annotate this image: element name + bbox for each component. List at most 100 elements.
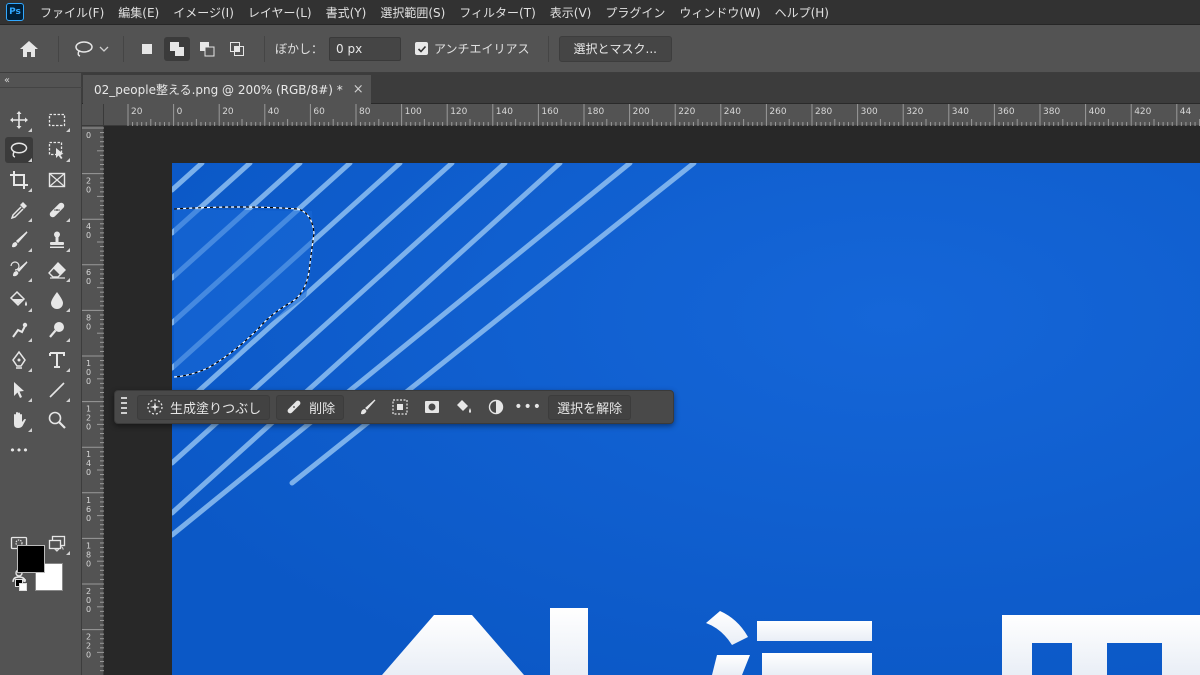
ruler-label: 0 xyxy=(86,231,91,240)
blur-tool[interactable] xyxy=(43,287,71,313)
add-selection-icon xyxy=(170,41,184,56)
ruler-label: 2 xyxy=(86,642,91,651)
antialias-label: アンチエイリアス xyxy=(434,42,530,56)
object-selection-icon xyxy=(48,141,64,159)
hand-tool[interactable] xyxy=(5,407,33,433)
add-to-selection-button[interactable] xyxy=(164,36,190,61)
ruler-label: 0 xyxy=(86,468,91,477)
zoom-tool[interactable] xyxy=(43,407,71,433)
path-selection-tool[interactable] xyxy=(5,377,33,403)
paint-bucket-icon xyxy=(457,400,472,413)
pen-tool[interactable] xyxy=(5,347,33,373)
invert-selection-button[interactable] xyxy=(386,395,414,420)
generative-fill-icon xyxy=(147,399,163,415)
menu-bar: Ps ファイル(F) 編集(E) イメージ(I) レイヤー(L) 書式(Y) 選… xyxy=(0,0,1200,25)
panel-grip[interactable] xyxy=(0,87,82,91)
move-tool[interactable] xyxy=(5,107,33,133)
vertical-ruler[interactable]: 020406080100120140160180200220 xyxy=(82,104,104,675)
feather-input[interactable]: 0 px xyxy=(329,36,402,61)
ruler-label: 44 xyxy=(1180,107,1192,117)
create-mask-button[interactable] xyxy=(418,395,446,420)
menu-view[interactable]: 表示(V) xyxy=(544,4,600,21)
adjustment-layer-button[interactable] xyxy=(482,395,510,420)
separator xyxy=(264,35,265,62)
document-tab[interactable]: 02_people整える.png @ 200% (RGB/8#) * × xyxy=(83,75,371,104)
ruler-label: 280 xyxy=(815,107,832,117)
antialias-checkbox[interactable] xyxy=(415,42,429,55)
ruler-label: 120 xyxy=(450,107,467,117)
crop-tool[interactable] xyxy=(5,167,33,193)
history-brush-tool[interactable] xyxy=(5,257,33,283)
type-icon xyxy=(49,352,65,368)
line-tool[interactable] xyxy=(43,377,71,403)
ruler-label: 100 xyxy=(405,107,422,117)
menu-image[interactable]: イメージ(I) xyxy=(167,4,242,21)
half-circle-adjust-icon xyxy=(488,399,504,415)
ruler-label: 0 xyxy=(86,277,91,286)
ruler-label: 80 xyxy=(359,107,371,117)
task-bar-drag-handle[interactable] xyxy=(117,395,131,419)
ruler-label: 220 xyxy=(678,107,695,117)
ruler-label: 360 xyxy=(997,107,1014,117)
frame-tool[interactable] xyxy=(43,167,71,193)
dodge-tool[interactable] xyxy=(43,317,71,343)
new-selection-button[interactable] xyxy=(134,37,160,61)
stamp-icon xyxy=(50,231,64,248)
ruler-origin[interactable] xyxy=(82,104,104,126)
brush-tool[interactable] xyxy=(5,227,33,253)
smudge-tool[interactable] xyxy=(5,317,33,343)
more-icon: ••• xyxy=(9,443,29,457)
clone-stamp-tool[interactable] xyxy=(43,227,71,253)
modify-selection-button[interactable] xyxy=(354,395,382,420)
delete-label: 削除 xyxy=(309,401,336,417)
lasso-tool[interactable] xyxy=(5,137,33,163)
vertical-ruler-ticks: 020406080100120140160180200220 xyxy=(82,127,104,672)
intersect-selection-button[interactable] xyxy=(224,37,250,61)
fill-selection-button[interactable] xyxy=(450,395,478,420)
arrow-pointer-icon xyxy=(14,382,24,398)
paint-bucket-tool[interactable] xyxy=(5,287,33,313)
ruler-label: 0 xyxy=(86,131,91,140)
type-tool[interactable] xyxy=(43,347,71,373)
brush-icon xyxy=(12,231,28,248)
collapse-panel-icon[interactable]: ‹‹ xyxy=(4,75,10,86)
menu-layer[interactable]: レイヤー(L) xyxy=(242,4,320,21)
delete-button[interactable]: 削除 xyxy=(276,394,345,420)
subtract-selection-icon xyxy=(200,41,215,56)
tool-preset-picker[interactable] xyxy=(69,40,113,58)
screen-mode-button[interactable] xyxy=(43,530,71,556)
home-button[interactable] xyxy=(10,40,48,58)
horizontal-ruler[interactable]: 20 0 20 40 60 80 100 120 140 160 180 200 220 240 260 28… xyxy=(104,104,1200,126)
eyedropper-tool[interactable] xyxy=(5,197,33,223)
subtract-from-selection-button[interactable] xyxy=(194,37,220,61)
document-tab-bar: 02_people整える.png @ 200% (RGB/8#) * × xyxy=(82,73,1200,104)
separator xyxy=(123,35,124,62)
menu-type[interactable]: 書式(Y) xyxy=(320,4,375,21)
eraser-tool[interactable] xyxy=(43,257,71,283)
eraser-icon xyxy=(48,261,66,279)
menu-filter[interactable]: フィルター(T) xyxy=(453,4,543,21)
deselect-button[interactable]: 選択を解除 xyxy=(548,394,632,420)
menu-select[interactable]: 選択範囲(S) xyxy=(374,4,453,21)
select-and-mask-button[interactable]: 選択とマスク... xyxy=(558,35,672,62)
ruler-label: 0 xyxy=(86,322,91,331)
close-icon[interactable]: × xyxy=(353,82,364,97)
menu-edit[interactable]: 編集(E) xyxy=(112,4,167,21)
rectangular-marquee-icon xyxy=(48,113,66,127)
menu-help[interactable]: ヘルプ(H) xyxy=(769,4,837,21)
more-options-button[interactable]: ••• xyxy=(514,395,542,420)
menu-plugins[interactable]: プラグイン xyxy=(599,4,673,21)
menu-window[interactable]: ウィンドウ(W) xyxy=(673,4,768,21)
menu-file[interactable]: ファイル(F) xyxy=(34,4,112,21)
edit-toolbar-button[interactable]: ••• xyxy=(5,437,33,463)
ruler-label: 260 xyxy=(769,107,786,117)
foreground-color-swatch[interactable] xyxy=(17,545,45,573)
ruler-label: 400 xyxy=(1089,107,1106,117)
marquee-tool[interactable] xyxy=(43,107,71,133)
object-selection-tool[interactable] xyxy=(43,137,71,163)
smudge-icon xyxy=(12,322,28,338)
spot-healing-tool[interactable] xyxy=(43,197,71,223)
history-brush-icon xyxy=(10,261,28,277)
generative-fill-button[interactable]: 生成塗りつぶし xyxy=(137,394,271,420)
ruler-label: 1 xyxy=(86,359,91,368)
